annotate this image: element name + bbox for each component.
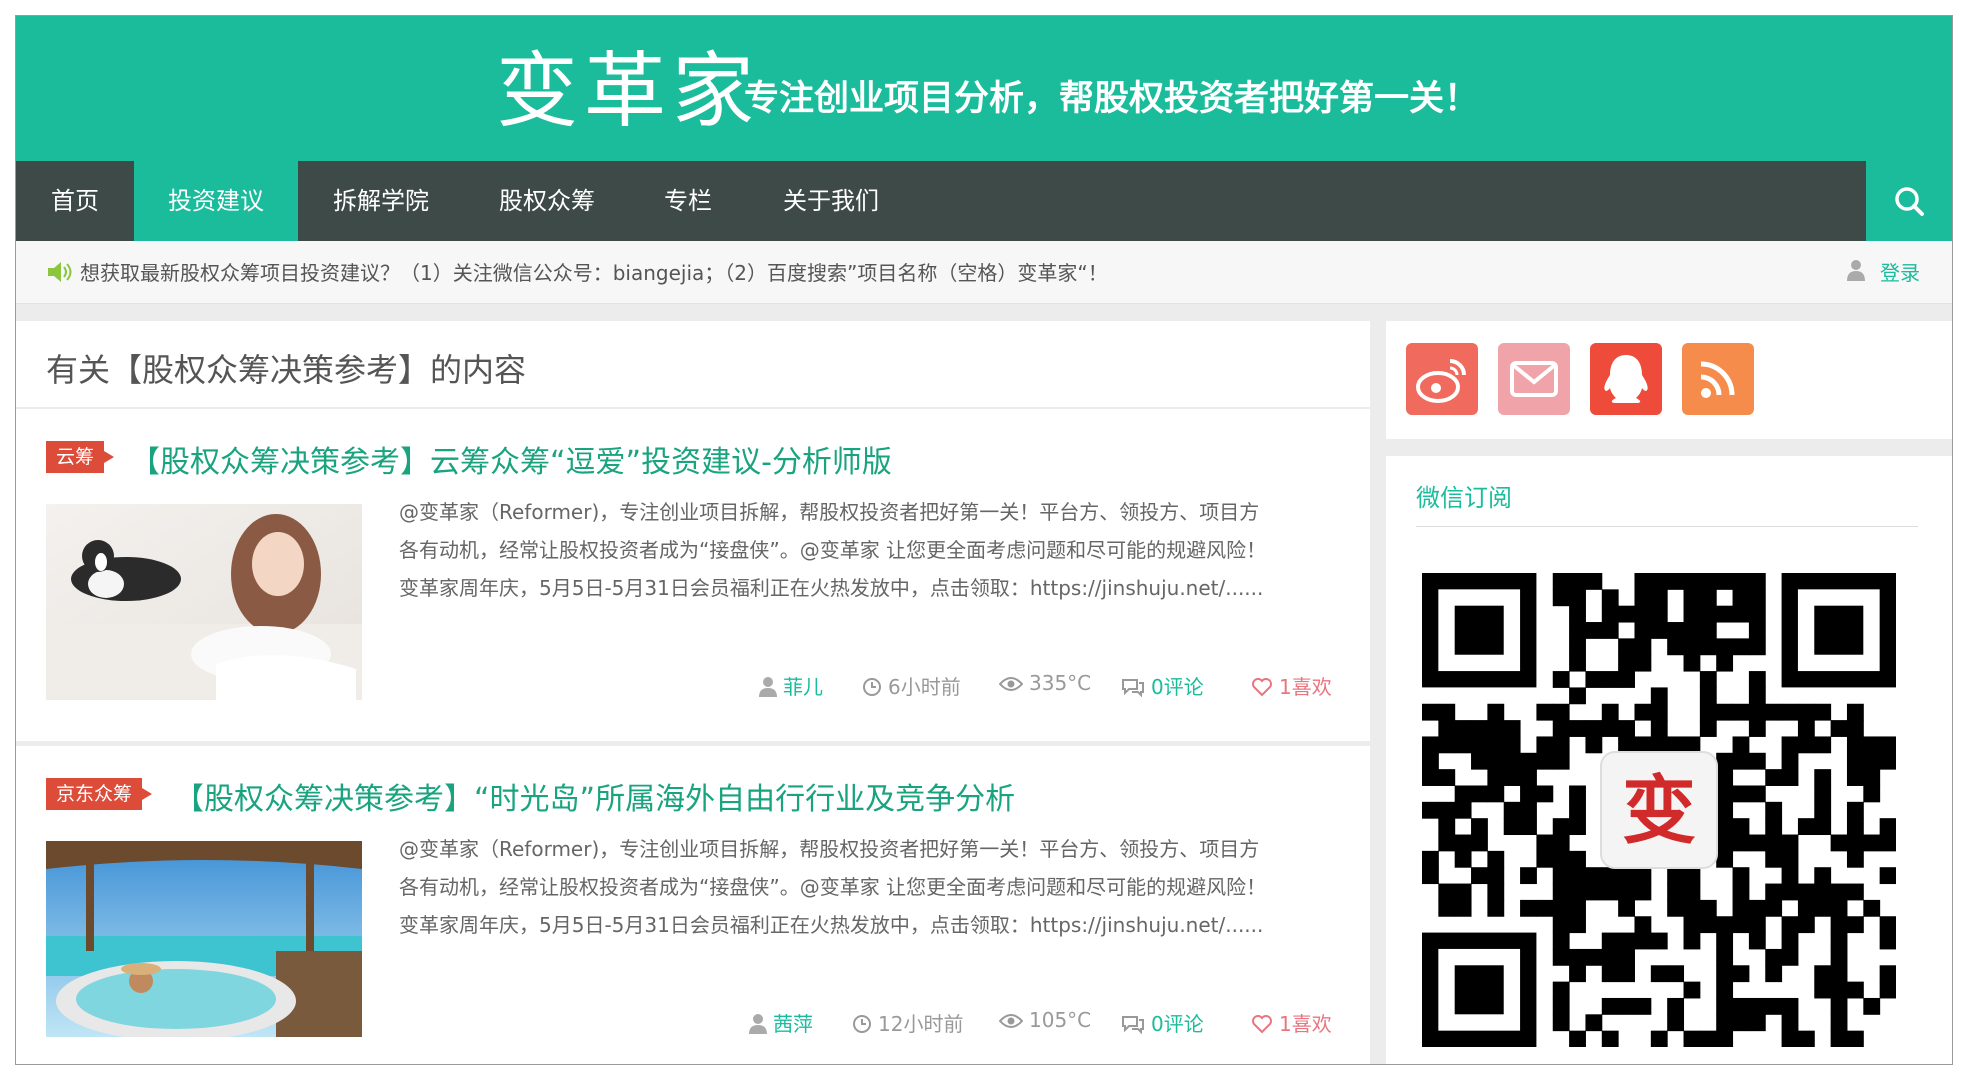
post-comments[interactable]: 0评论 (1121, 671, 1204, 700)
weibo-icon (1416, 359, 1466, 403)
nav-item-about[interactable]: 关于我们 (746, 161, 916, 241)
mail-button[interactable] (1498, 343, 1570, 415)
eye-icon (998, 677, 1024, 691)
excerpt-line: @变革家（Reformer)，专注创业项目拆解，帮股权投资者把好第一关！平台方、… (399, 837, 1260, 861)
clock-icon (863, 678, 881, 696)
post-like-button[interactable]: 1喜欢 (1251, 671, 1332, 700)
nav-item-home[interactable]: 首页 (16, 161, 134, 241)
divider (1416, 526, 1918, 527)
section-title: 有关【股权众筹决策参考】的内容 (46, 351, 527, 389)
post-time: 12小时前 (852, 1008, 963, 1037)
clock-icon (853, 1015, 871, 1033)
post-image (46, 504, 362, 700)
post-time: 6小时前 (862, 671, 961, 700)
eye-icon (998, 1014, 1024, 1028)
excerpt-line: 各有动机，经常让股权投资者成为“接盘侠”。@变革家 让您更全面考虑问题和尽可能的… (399, 875, 1267, 899)
likes-text: 1喜欢 (1279, 675, 1332, 699)
heart-icon (1252, 1015, 1272, 1034)
post-card: 云筹 【股权众筹决策参考】云筹众筹“逗爱”投资建议-分析师版 @变革家（Refo… (16, 409, 1370, 741)
comment-icon (1122, 679, 1144, 698)
social-links (1386, 321, 1952, 439)
comment-icon (1122, 1016, 1144, 1035)
post-image (46, 841, 362, 1037)
post-views: 105°C (998, 1008, 1092, 1032)
comments-text: 0评论 (1151, 1012, 1204, 1036)
site-logo[interactable]: 变革家 (496, 24, 760, 143)
author-name: 菲儿 (783, 675, 823, 699)
qr-center-logo: 变 (1622, 768, 1696, 854)
weibo-button[interactable] (1406, 343, 1478, 415)
user-icon (749, 1014, 767, 1034)
mail-icon (1510, 361, 1558, 397)
post-category-tag[interactable]: 云筹 (46, 441, 115, 473)
post-author[interactable]: 茜萍 (749, 1008, 813, 1037)
wechat-title: 微信订阅 (1416, 484, 1512, 512)
wechat-widget: 微信订阅 变 (1386, 456, 1952, 1064)
login-link[interactable]: 登录 (1880, 257, 1920, 286)
nav-item-investment-advice[interactable]: 投资建议 (134, 161, 298, 241)
section-header: 有关【股权众筹决策参考】的内容 (16, 321, 1370, 407)
rss-button[interactable] (1682, 343, 1754, 415)
post-views: 335°C (998, 671, 1092, 695)
views-text: 105°C (1029, 1008, 1092, 1032)
post-card: 京东众筹 【股权众筹决策参考】“时光岛”所属海外自由行行业及竞争分析 @变革家（… (16, 746, 1370, 1064)
search-icon (1895, 187, 1924, 216)
nav-item-equity-crowdfunding[interactable]: 股权众筹 (464, 161, 630, 241)
post-title[interactable]: 【股权众筹决策参考】“时光岛”所属海外自由行行业及竞争分析 (174, 774, 1015, 818)
post-thumbnail[interactable] (46, 841, 362, 1037)
excerpt-line: @变革家（Reformer)，专注创业项目拆解，帮股权投资者把好第一关！平台方、… (399, 500, 1260, 524)
comments-text: 0评论 (1151, 675, 1204, 699)
user-icon (1847, 260, 1865, 281)
speaker-icon (48, 262, 72, 282)
post-like-button[interactable]: 1喜欢 (1251, 1008, 1332, 1037)
wechat-qr-code: 变 (1422, 573, 1897, 1048)
time-text: 6小时前 (888, 675, 961, 699)
qq-button[interactable] (1590, 343, 1662, 415)
user-icon (759, 677, 777, 697)
excerpt-line: 各有动机，经常让股权投资者成为“接盘侠”。@变革家 让您更全面考虑问题和尽可能的… (399, 538, 1267, 562)
post-author[interactable]: 菲儿 (759, 671, 823, 700)
views-text: 335°C (1029, 671, 1092, 695)
author-name: 茜萍 (773, 1012, 813, 1036)
notice-text: 想获取最新股权众筹项目投资建议？（1）关注微信公众号：biangejia；（2）… (80, 261, 1108, 285)
site-header: 变革家 专注创业项目分析，帮股权投资者把好第一关！ (16, 16, 1952, 161)
excerpt-line: 变革家周年庆，5月5日-5月31日会员福利正在火热发放中，点击领取：https:… (399, 913, 1264, 937)
post-title[interactable]: 【股权众筹决策参考】云筹众筹“逗爱”投资建议-分析师版 (130, 437, 892, 481)
excerpt-line: 变革家周年庆，5月5日-5月31日会员福利正在火热发放中，点击领取：https:… (399, 576, 1264, 600)
post-category-tag[interactable]: 京东众筹 (46, 778, 153, 810)
qq-icon (1604, 355, 1648, 403)
main-nav: 首页 投资建议 拆解学院 股权众筹 专栏 关于我们 (16, 161, 1952, 241)
post-thumbnail[interactable] (46, 504, 362, 700)
nav-item-column[interactable]: 专栏 (630, 161, 746, 241)
post-excerpt: @变革家（Reformer)，专注创业项目拆解，帮股权投资者把好第一关！平台方、… (399, 830, 1344, 944)
rss-icon (1700, 361, 1735, 398)
time-text: 12小时前 (878, 1012, 964, 1036)
post-excerpt: @变革家（Reformer)，专注创业项目拆解，帮股权投资者把好第一关！平台方、… (399, 493, 1344, 607)
site-slogan: 专注创业项目分析，帮股权投资者把好第一关！ (744, 79, 1480, 119)
notice-bar: 想获取最新股权众筹项目投资建议？（1）关注微信公众号：biangejia；（2）… (16, 241, 1952, 304)
likes-text: 1喜欢 (1279, 1012, 1332, 1036)
heart-icon (1252, 678, 1272, 697)
nav-item-academy[interactable]: 拆解学院 (298, 161, 464, 241)
post-comments[interactable]: 0评论 (1121, 1008, 1204, 1037)
browser-page: 变革家 专注创业项目分析，帮股权投资者把好第一关！ 首页 投资建议 拆解学院 股… (15, 15, 1953, 1065)
qr-code-image: 变 (1422, 573, 1897, 1048)
search-button[interactable] (1866, 161, 1952, 241)
